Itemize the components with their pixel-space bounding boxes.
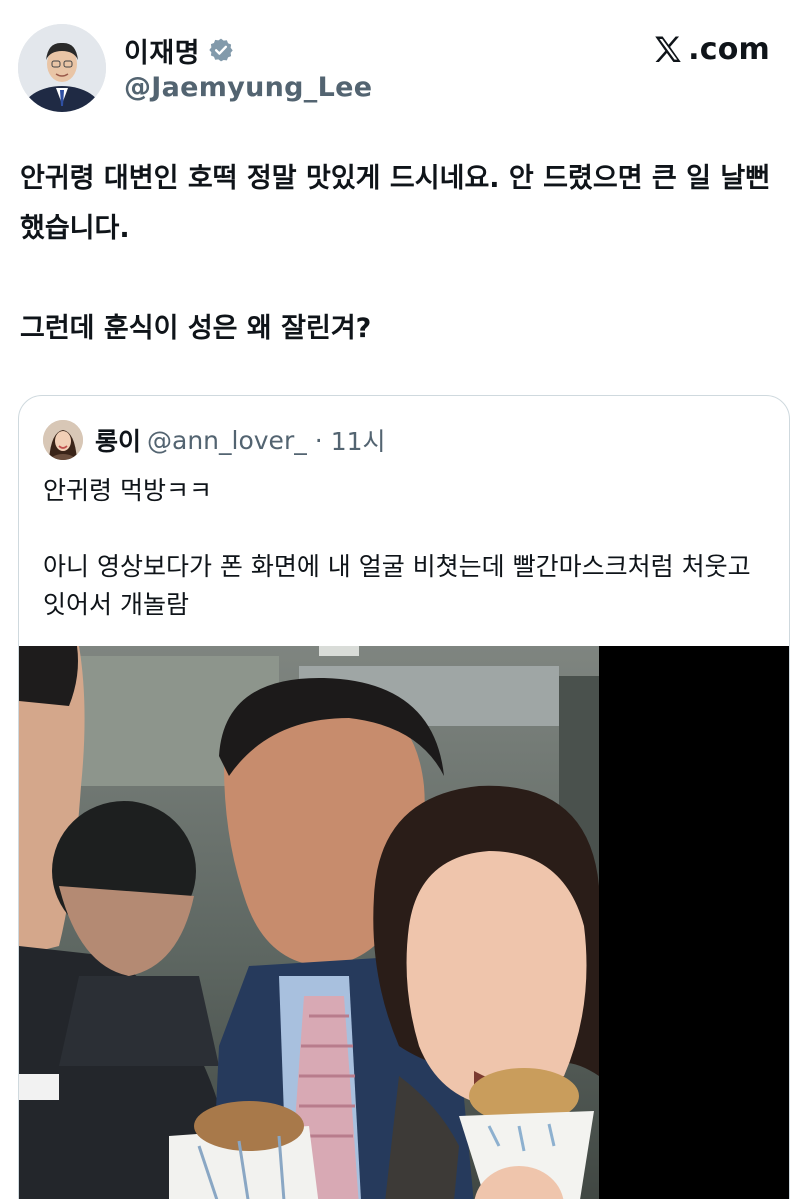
author-name-row: 이재명 — [124, 30, 234, 70]
author-avatar-image — [18, 24, 106, 112]
author-name[interactable]: 이재명 — [124, 31, 200, 70]
video-thumbnail — [19, 646, 789, 1199]
quoted-author-name[interactable]: 롱이 — [95, 422, 141, 458]
quoted-tweet-meta: 롱이 @ann_lover_ · 11시 — [95, 422, 386, 458]
x-com-domain-text: .com — [688, 32, 770, 67]
author-handle[interactable]: @Jaemyung_Lee — [124, 72, 372, 103]
tweet-text-line: 안귀령 대변인 호떡 정말 맛있게 드시네요. 안 드렸으면 큰 일 날뻔 했습… — [20, 163, 771, 244]
quoted-tweet-text: 안귀령 먹방ㅋㅋ 아니 영상보다가 폰 화면에 내 얼굴 비쳣는데 빨간마스크처… — [43, 472, 773, 624]
quoted-tweet-card[interactable]: 롱이 @ann_lover_ · 11시 안귀령 먹방ㅋㅋ 아니 영상보다가 폰… — [18, 395, 790, 1199]
quoted-text-line: 아니 영상보다가 폰 화면에 내 얼굴 비쳣는데 빨간마스크처럼 처웃고잇어서 … — [43, 552, 751, 619]
verified-badge-icon — [208, 37, 234, 63]
x-logo-icon — [655, 36, 681, 62]
quoted-tweet-time[interactable]: 11시 — [331, 422, 386, 458]
quoted-tweet-media[interactable] — [19, 646, 789, 1199]
author-avatar[interactable] — [18, 24, 106, 112]
quoted-author-avatar-image — [43, 420, 83, 460]
quoted-author-avatar[interactable] — [43, 420, 83, 460]
quoted-text-line: 안귀령 먹방ㅋㅋ — [43, 476, 212, 505]
tweet-text: 안귀령 대변인 호떡 정말 맛있게 드시네요. 안 드렸으면 큰 일 날뻔 했습… — [20, 154, 790, 354]
tweet-text-line: 그런데 훈식이 성은 왜 잘린겨? — [20, 313, 372, 344]
tweet-screenshot: 이재명 @Jaemyung_Lee .com 안귀령 대변인 호떡 정말 맛있게… — [0, 0, 808, 1199]
x-com-logo[interactable]: .com — [651, 32, 770, 67]
meta-separator: · — [314, 425, 323, 455]
quoted-author-handle[interactable]: @ann_lover_ — [147, 426, 307, 455]
